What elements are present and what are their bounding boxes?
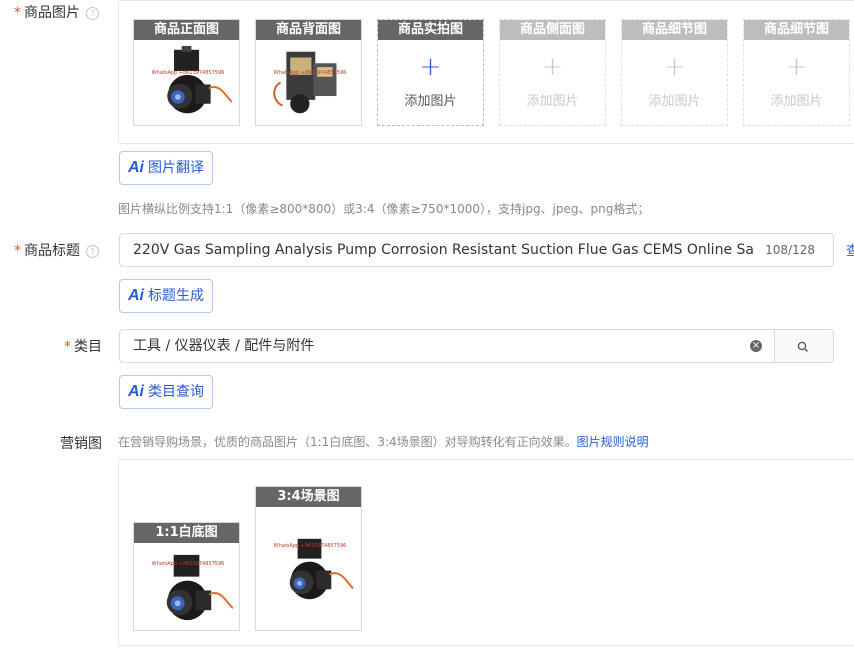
watermark-text: WhatsApp +8613974857596 [273, 70, 347, 76]
ai-icon: Ai [128, 159, 144, 176]
help-icon[interactable]: ? [86, 6, 99, 20]
category-value: 工具 / 仪器仪表 / 配件与附件 [133, 338, 315, 354]
required-mark: * [64, 339, 71, 355]
image-slot-back[interactable]: 商品背面图 WhatsApp +8613974857596 [255, 19, 362, 126]
tile-caption: 商品实拍图 [378, 20, 483, 40]
product-photo-pump [260, 511, 359, 628]
search-icon [797, 341, 808, 352]
title-input-value: 220V Gas Sampling Analysis Pump Corrosio… [133, 242, 755, 258]
required-mark: * [14, 5, 21, 21]
tile-caption: 1:1白底图 [134, 523, 239, 543]
add-image-label: 添加图片 [648, 94, 701, 109]
image-slot-front[interactable]: 商品正面图 WhatsApp +8613974857596 [133, 19, 240, 126]
product-images-label: * 商品图片? [14, 2, 99, 22]
image-format-hint: 图片横纵比例支持1:1（像素≥800*800）或3:4（像素≥750*1000）… [118, 202, 650, 216]
image-slot-detail-2[interactable]: 商品细节图 + 添加图片 [743, 19, 850, 126]
product-images-panel: 商品正面图 WhatsApp +8613974857596 商品背面图 What… [118, 0, 854, 144]
plus-icon: + [541, 52, 564, 82]
category-label: * 类目 [64, 339, 102, 355]
title-side-link[interactable]: 查 [846, 240, 854, 259]
required-mark: * [14, 243, 21, 259]
marketing-slot-scene[interactable]: 3:4场景图 WhatsApp +8613974857596 [255, 486, 362, 631]
category-query-button[interactable]: Ai 类目查询 [119, 375, 213, 409]
tile-caption: 商品背面图 [256, 20, 361, 40]
image-slot-live-photo[interactable]: 商品实拍图 + 添加图片 [377, 19, 484, 126]
clear-icon[interactable]: × [750, 340, 762, 352]
marketing-slot-white-bg[interactable]: 1:1白底图 WhatsApp +8613974857596 [133, 522, 240, 631]
add-image-label: 添加图片 [526, 94, 579, 109]
product-photo-pump-back [261, 44, 358, 123]
tile-caption: 商品细节图 [622, 20, 727, 40]
marketing-images-panel: 1:1白底图 WhatsApp +8613974857596 3:4场景图 Wh… [118, 459, 854, 646]
plus-icon: + [663, 52, 686, 82]
title-input[interactable]: 220V Gas Sampling Analysis Pump Corrosio… [119, 233, 834, 267]
ai-icon: Ai [128, 383, 144, 400]
tile-caption: 商品细节图 [744, 20, 849, 40]
marketing-label: 营销图 [60, 436, 102, 452]
title-char-counter: 108/128 [765, 243, 815, 257]
product-photo-pump [139, 44, 236, 123]
plus-icon: + [785, 52, 808, 82]
product-photo-pump [138, 547, 237, 628]
image-rules-link[interactable]: 图片规则说明 [577, 435, 649, 449]
watermark-text: WhatsApp +8613974857596 [151, 70, 225, 76]
watermark-text: WhatsApp +8613974857596 [273, 543, 347, 549]
marketing-hint: 在营销导购场景，优质的商品图片（1:1白底图、3:4场景图）对导购转化有正向效果… [118, 435, 649, 449]
add-image-label: 添加图片 [770, 94, 823, 109]
category-select[interactable]: 工具 / 仪器仪表 / 配件与附件 × [119, 329, 775, 363]
plus-icon: + [419, 52, 442, 82]
category-search-button[interactable] [774, 329, 834, 363]
ai-icon: Ai [128, 287, 144, 304]
title-label: * 商品标题? [14, 240, 99, 260]
tile-caption: 商品正面图 [134, 20, 239, 40]
tile-caption: 3:4场景图 [256, 487, 361, 507]
image-slot-detail-1[interactable]: 商品细节图 + 添加图片 [621, 19, 728, 126]
watermark-text: WhatsApp +8613974857596 [151, 561, 225, 567]
title-generate-button[interactable]: Ai 标题生成 [119, 279, 213, 313]
image-translate-button[interactable]: Ai 图片翻译 [119, 151, 213, 185]
tile-caption: 商品侧面图 [500, 20, 605, 40]
help-icon[interactable]: ? [86, 244, 99, 258]
add-image-label: 添加图片 [404, 94, 457, 109]
image-slot-side[interactable]: 商品侧面图 + 添加图片 [499, 19, 606, 126]
